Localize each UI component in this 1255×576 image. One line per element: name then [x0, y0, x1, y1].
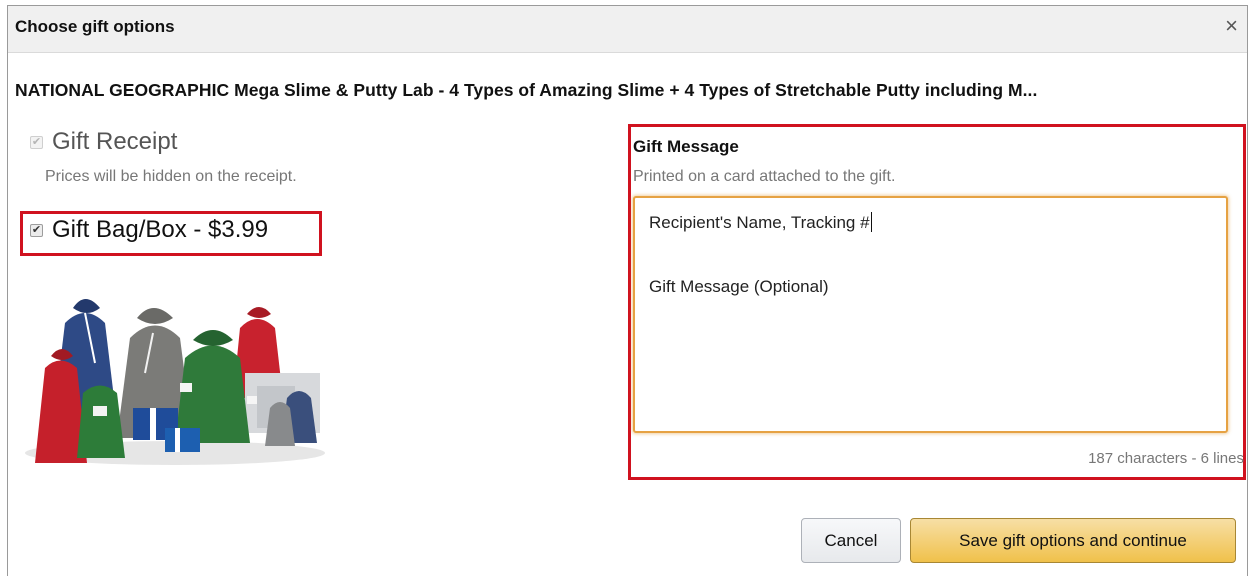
dialog-title: Choose gift options [15, 17, 175, 36]
gift-bag-label: Gift Bag/Box - $3.99 [52, 216, 269, 243]
gift-message-line-1: Recipient's Name, Tracking # [649, 212, 872, 232]
product-title: NATIONAL GEOGRAPHIC Mega Slime & Putty L… [15, 80, 1038, 100]
gift-receipt-checkbox[interactable]: ✔ [30, 135, 43, 149]
gift-receipt-label: Gift Receipt [52, 128, 178, 155]
text-caret [870, 212, 872, 232]
gift-bags-image [25, 299, 325, 465]
gift-message-heading: Gift Message [633, 137, 739, 156]
gift-message-textarea[interactable]: Recipient's Name, Tracking # Gift Messag… [633, 196, 1228, 433]
gift-message-line-2: Gift Message (Optional) [649, 277, 829, 296]
gift-receipt-note: Prices will be hidden on the receipt. [45, 168, 297, 185]
save-gift-options-button[interactable]: Save gift options and continue [910, 518, 1236, 563]
cancel-button[interactable]: Cancel [801, 518, 901, 563]
gift-bag-option[interactable]: ✔ Gift Bag/Box - $3.99 [30, 216, 268, 244]
character-count: 187 characters - 6 lines [1088, 450, 1244, 467]
dialog-header: Choose gift options × [8, 6, 1247, 53]
gift-bag-checkbox[interactable]: ✔ [30, 223, 43, 237]
close-icon[interactable]: × [1225, 15, 1238, 37]
gift-receipt-option[interactable]: ✔ Gift Receipt [30, 128, 177, 156]
gift-message-subheading: Printed on a card attached to the gift. [633, 168, 896, 185]
